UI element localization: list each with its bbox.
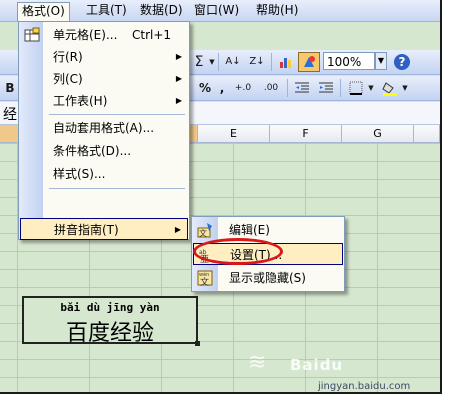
- menu-item-label: 单元格(E)...: [53, 28, 118, 42]
- menu-item-style[interactable]: 样式(S)...: [20, 163, 188, 185]
- submenu-item-label: 显示或隐藏(S): [229, 271, 306, 285]
- menu-item-autoformat[interactable]: 自动套用格式(A)...: [20, 117, 188, 139]
- submenu-arrow-icon: ▶: [175, 52, 182, 61]
- fill-color-dropdown-icon[interactable]: ▼: [400, 78, 410, 98]
- percent-button[interactable]: %: [196, 78, 214, 98]
- borders-button[interactable]: [346, 78, 366, 98]
- increase-indent-button[interactable]: [316, 78, 336, 98]
- formula-bar-text: 经: [3, 107, 17, 123]
- autosum-dropdown-icon[interactable]: ▼: [208, 52, 216, 72]
- menu-item-label: 列(C): [53, 72, 83, 86]
- submenu-arrow-icon: ▶: [175, 74, 182, 83]
- menu-item-label: 拼音指南(T): [54, 223, 119, 237]
- sort-descending-button[interactable]: Z↓: [246, 52, 268, 72]
- menu-item-label: 条件格式(D)...: [53, 144, 132, 158]
- menu-help[interactable]: 帮助(H): [252, 2, 302, 19]
- watermark-logo: Baidu: [290, 356, 344, 374]
- fill-handle[interactable]: [195, 341, 200, 346]
- toolbar-separator: [340, 79, 341, 97]
- cell-pinyin-text: bǎi dù jīng yàn: [60, 301, 160, 314]
- increase-decimal-button[interactable]: +.0: [230, 78, 256, 98]
- submenu-arrow-icon: ▶: [174, 225, 181, 234]
- toolbar-separator: [218, 53, 219, 71]
- increase-indent-icon: [319, 82, 333, 93]
- svg-text:文: 文: [200, 276, 209, 286]
- submenu-item-edit[interactable]: 文 编辑(E): [193, 219, 343, 241]
- excel-window: 格式(O) 工具(T) 数据(D) 窗口(W) 帮助(H) Σ ▼ A↓ Z↓ …: [0, 0, 442, 394]
- menu-item-cells[interactable]: 单元格(E)... Ctrl+1: [20, 24, 188, 46]
- paint-bucket-icon: [382, 82, 397, 96]
- menu-item-phonetic-guide[interactable]: 拼音指南(T) ▶: [20, 218, 188, 240]
- watermark-wings-icon: ≋: [248, 350, 267, 375]
- zoom-dropdown-icon[interactable]: ▼: [375, 52, 387, 70]
- comma-button[interactable]: ,: [216, 78, 228, 98]
- active-cell[interactable]: bǎi dù jīng yàn 百度经验: [22, 296, 198, 346]
- decrease-indent-icon: [295, 82, 309, 93]
- menu-format[interactable]: 格式(O): [17, 2, 70, 21]
- fill-color-button[interactable]: [380, 78, 400, 98]
- menu-tools[interactable]: 工具(T): [82, 2, 131, 19]
- help-button[interactable]: ?: [394, 54, 410, 70]
- menu-item-shortcut: Ctrl+1: [132, 28, 172, 42]
- menu-separator: [49, 188, 185, 189]
- menu-item-column[interactable]: 列(C) ▶: [20, 68, 188, 90]
- toolbar-separator: [271, 53, 272, 71]
- cells-icon: [24, 27, 40, 42]
- show-hide-phonetic-icon: wén文: [197, 270, 213, 286]
- chart-wizard-button[interactable]: [276, 52, 296, 72]
- bold-button[interactable]: B: [4, 78, 16, 98]
- watermark-url: jingyan.baidu.com: [318, 381, 411, 392]
- menu-window[interactable]: 窗口(W): [190, 2, 243, 19]
- column-header-g[interactable]: G: [342, 125, 414, 143]
- menu-item-label: 样式(S)...: [53, 167, 106, 181]
- menu-separator: [49, 114, 185, 115]
- menu-item-label: 工作表(H): [53, 94, 108, 108]
- svg-text:文: 文: [199, 228, 207, 238]
- svg-text:wén: wén: [199, 271, 209, 278]
- edit-phonetic-icon: 文: [197, 223, 212, 238]
- menu-item-label: 自动套用格式(A)...: [53, 121, 155, 135]
- toolbar-separator: [287, 79, 288, 97]
- format-menu: 单元格(E)... Ctrl+1 行(R) ▶ 列(C) ▶ 工作表(H) ▶ …: [18, 21, 190, 240]
- annotation-highlight-circle: [193, 238, 283, 265]
- zoom-input[interactable]: 100%: [323, 52, 375, 70]
- column-header-e[interactable]: E: [198, 125, 270, 143]
- drawing-icon: [304, 56, 315, 67]
- menu-item-row[interactable]: 行(R) ▶: [20, 46, 188, 68]
- chart-icon: [280, 58, 291, 68]
- borders-icon: [349, 81, 363, 95]
- drawing-button[interactable]: [298, 52, 320, 72]
- decrease-indent-button[interactable]: [292, 78, 312, 98]
- borders-dropdown-icon[interactable]: ▼: [366, 78, 376, 98]
- submenu-item-show-hide[interactable]: wén 文 显示或隐藏(S): [193, 267, 343, 289]
- menu-item-sheet[interactable]: 工作表(H) ▶: [20, 90, 188, 112]
- column-header-h[interactable]: [414, 125, 440, 143]
- autosum-button[interactable]: Σ: [190, 52, 208, 72]
- menu-item-conditional-format[interactable]: 条件格式(D)...: [20, 140, 188, 162]
- menu-edge: [6, 2, 14, 19]
- sort-ascending-button[interactable]: A↓: [222, 52, 244, 72]
- menu-bar: 格式(O) 工具(T) 数据(D) 窗口(W) 帮助(H): [0, 0, 440, 22]
- menu-data[interactable]: 数据(D): [136, 2, 187, 19]
- column-header-f[interactable]: F: [270, 125, 342, 143]
- submenu-arrow-icon: ▶: [175, 96, 182, 105]
- cell-text: 百度经验: [65, 321, 154, 346]
- menu-item-label: 行(R): [53, 50, 83, 64]
- decrease-decimal-button[interactable]: .00: [258, 78, 284, 98]
